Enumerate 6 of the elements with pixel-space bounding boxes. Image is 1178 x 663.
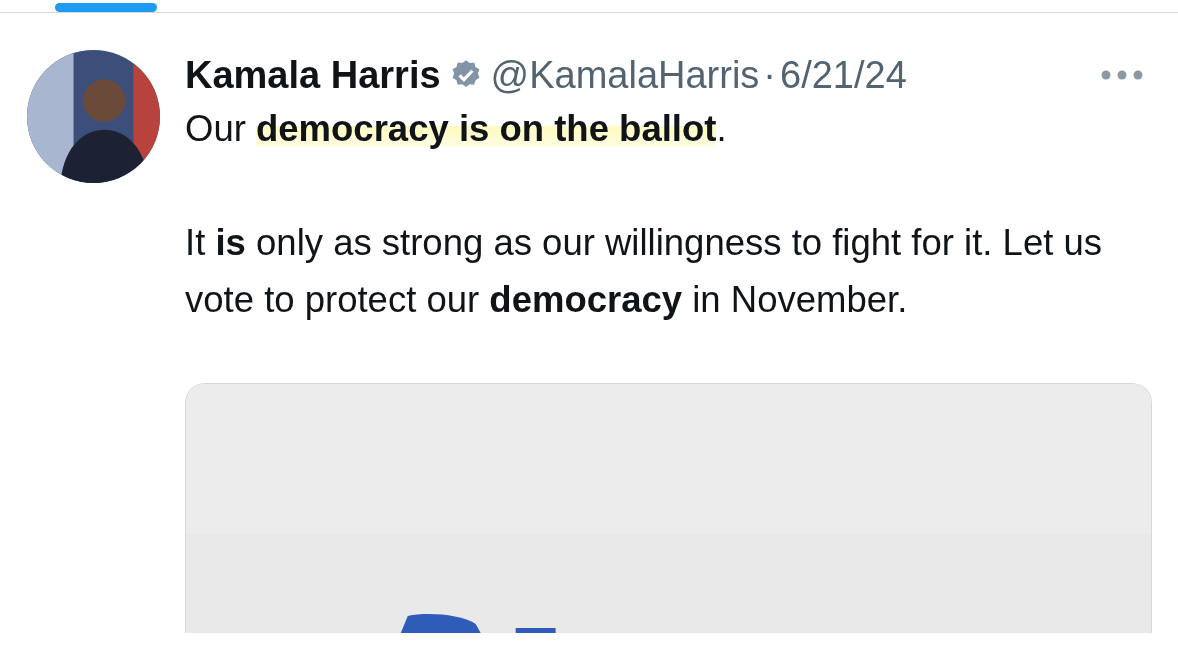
handle[interactable]: @KamalaHarris [490, 50, 760, 100]
post-date[interactable]: 6/21/24 [780, 50, 907, 100]
separator-dot: · [763, 53, 776, 98]
post-text: It is only as strong as our willingness to fight for it. Let us vote to protect our democracy in November. [185, 221, 1104, 322]
author-name[interactable]: Kamala Harris [185, 50, 441, 100]
more-icon[interactable] [1100, 69, 1144, 81]
